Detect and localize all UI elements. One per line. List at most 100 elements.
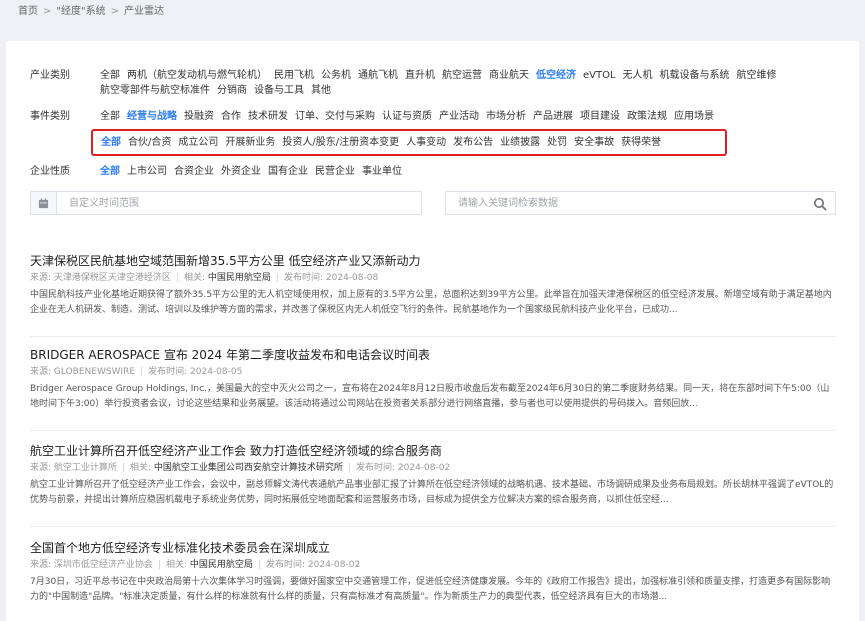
event-filter-option[interactable]: 政策法规 bbox=[627, 109, 667, 124]
industry-filter-option[interactable]: 航空零部件与航空标准件 bbox=[100, 83, 210, 98]
industry-filter-option[interactable]: 商业航天 bbox=[489, 68, 529, 83]
event-subcategory-filter-option[interactable]: 开展新业务 bbox=[225, 136, 275, 150]
main-panel: 产业类别 全部 两机（航空发动机与燃气轮机） 民用飞机 公务机 通航飞机 直升机 航空运营商… bbox=[6, 41, 859, 621]
event-filter-option[interactable]: 应用场景 bbox=[674, 109, 714, 124]
industry-filter-option[interactable]: 其他 bbox=[311, 83, 331, 98]
article-title[interactable]: BRIDGER AEROSPACE 宣布 2024 年第二季度收益发布和电话会议… bbox=[30, 347, 836, 363]
filter-label-enterprise: 企业性质 bbox=[30, 166, 70, 177]
industry-filter-option[interactable]: 航空维修 bbox=[737, 68, 777, 83]
event-subcategory-filter-option[interactable]: 业绩披露 bbox=[500, 136, 540, 150]
industry-filter-option[interactable]: 两机（航空发动机与燃气轮机） bbox=[127, 68, 267, 83]
industry-filter-option[interactable]: 全部 bbox=[100, 68, 120, 83]
event-filter-option[interactable]: 订单、交付与采购 bbox=[295, 109, 375, 124]
time-label: 发布时间: bbox=[148, 367, 188, 377]
related-entity[interactable]: 中国航空工业集团公司西安航空计算技术研究所 bbox=[154, 463, 343, 473]
search-icon[interactable] bbox=[813, 197, 827, 211]
meta-separator: | bbox=[121, 463, 125, 473]
article-summary: Bridger Aerospace Group Holdings, Inc.，美… bbox=[30, 384, 830, 409]
event-subcategory-filter-option[interactable]: 安全事故 bbox=[574, 136, 614, 150]
related-entity[interactable]: 中国民用航空局 bbox=[190, 560, 253, 570]
article-meta: 来源: 天津港保税区天津空港经济区 | 相关: 中国民用航空局 | 发布时间: 2024… bbox=[30, 272, 836, 285]
event-filter-option[interactable]: 项目建设 bbox=[580, 109, 620, 124]
filter-options-industry: 全部 两机（航空发动机与燃气轮机） 民用飞机 公务机 通航飞机 直升机 航空运营 商业航天 低空… bbox=[100, 68, 835, 98]
event-filter-option[interactable]: 市场分析 bbox=[486, 109, 526, 124]
publish-time: 2024-08-02 bbox=[307, 560, 361, 570]
breadcrumb-separator: > bbox=[43, 6, 52, 17]
enterprise-filter-option[interactable]: 民营企业 bbox=[315, 164, 355, 179]
industry-filter-option[interactable]: 通航飞机 bbox=[358, 68, 398, 83]
industry-filter-option[interactable]: eVTOL bbox=[583, 68, 616, 83]
breadcrumb-home[interactable]: 首页 bbox=[18, 2, 38, 17]
related-label: 相关: bbox=[165, 560, 188, 570]
filter-options-event: 全部 经营与战略 投融资 合作 技术研发 订单、交付与采购 认证与资质 产业活动 市场分析 产品进… bbox=[100, 109, 835, 124]
source-value: GLOBENEWSWIRE bbox=[53, 367, 136, 377]
industry-filter-option[interactable]: 分销商 bbox=[217, 83, 247, 98]
source-label: 来源: bbox=[30, 463, 52, 473]
related-entity[interactable]: 中国民用航空局 bbox=[208, 273, 271, 283]
article-item[interactable]: BRIDGER AEROSPACE 宣布 2024 年第二季度收益发布和电话会议… bbox=[30, 347, 836, 412]
industry-filter-option[interactable]: 公务机 bbox=[321, 68, 351, 83]
publish-time: 2024-08-02 bbox=[397, 463, 451, 473]
publish-time: 2024-08-05 bbox=[190, 367, 243, 377]
related-label: 相关: bbox=[183, 273, 206, 283]
event-filter-option[interactable]: 合作 bbox=[221, 109, 241, 124]
event-subcategory-filter-option[interactable]: 成立公司 bbox=[178, 136, 218, 150]
article-divider bbox=[30, 336, 836, 337]
event-filter-option[interactable]: 技术研发 bbox=[248, 109, 288, 124]
article-item[interactable]: 航空工业计算所召开低空经济产业工作会 致力打造低空经济领域的综合服务商来源: 航… bbox=[30, 443, 836, 508]
article-title[interactable]: 天津保税区民航基地空域范围新增35.5平方公里 低空经济产业又添新动力 bbox=[30, 253, 836, 269]
event-subcategory-filter-option[interactable]: 投资人/股东/注册资本变更 bbox=[282, 136, 399, 150]
enterprise-filter-option[interactable]: 国有企业 bbox=[268, 164, 308, 179]
time-label: 发布时间: bbox=[355, 463, 396, 473]
event-subcategory-filter-option[interactable]: 人事变动 bbox=[406, 136, 446, 150]
search-input[interactable] bbox=[458, 192, 798, 214]
industry-filter-option[interactable]: 低空经济 bbox=[536, 68, 576, 83]
enterprise-filter-option[interactable]: 事业单位 bbox=[362, 164, 402, 179]
article-item[interactable]: 天津保税区民航基地空域范围新增35.5平方公里 低空经济产业又添新动力 来源: 天… bbox=[30, 253, 836, 318]
meta-separator: | bbox=[140, 367, 144, 377]
event-filter-option[interactable]: 全部 bbox=[100, 109, 120, 124]
industry-filter-option[interactable]: 机载设备与系统 bbox=[660, 68, 730, 83]
enterprise-filter-option[interactable]: 全部 bbox=[100, 164, 120, 179]
event-filter-option[interactable]: 产业活动 bbox=[439, 109, 479, 124]
article-item[interactable]: 全国首个地方低空经济专业标准化技术委员会在深圳成立 来源: 深圳市低空经济产业协会… bbox=[30, 540, 836, 605]
source-label: 来源: bbox=[30, 560, 52, 570]
breadcrumb: 首页 > "经度"系统 > 产业雷达 bbox=[18, 2, 164, 17]
event-subcategory-filter-option[interactable]: 处罚 bbox=[547, 136, 567, 150]
filter-options-event-subcategory: 全部 合伙/合资 成立公司 开展新业务 投资人/股东/注册资本变更 人事变动 发布公告 业绩披… bbox=[101, 136, 668, 150]
source-value: 航空工业计算所 bbox=[53, 463, 117, 473]
article-divider bbox=[30, 430, 836, 431]
industry-filter-option[interactable]: 直升机 bbox=[405, 68, 435, 83]
article-divider bbox=[30, 526, 836, 527]
event-filter-option[interactable]: 投融资 bbox=[184, 109, 214, 124]
date-range-field[interactable] bbox=[30, 191, 422, 215]
meta-separator: | bbox=[275, 273, 279, 283]
event-subcategory-filter-option[interactable]: 发布公告 bbox=[453, 136, 493, 150]
article-title[interactable]: 航空工业计算所召开低空经济产业工作会 致力打造低空经济领域的综合服务商 bbox=[30, 443, 836, 459]
enterprise-filter-option[interactable]: 外资企业 bbox=[221, 164, 261, 179]
industry-filter-option[interactable]: 民用飞机 bbox=[274, 68, 314, 83]
event-filter-option[interactable]: 认证与资质 bbox=[382, 109, 432, 124]
date-range-input[interactable] bbox=[69, 192, 409, 214]
event-subcategory-filter-option[interactable]: 全部 bbox=[101, 136, 121, 150]
article-meta: 来源: GLOBENEWSWIRE | 发布时间: 2024-08-05 bbox=[30, 366, 836, 379]
filter-label-industry: 产业类别 bbox=[30, 70, 70, 81]
event-subcategory-filter-option[interactable]: 获得荣誉 bbox=[621, 136, 661, 150]
source-value: 天津港保税区天津空港经济区 bbox=[53, 273, 171, 283]
event-filter-option[interactable]: 经营与战略 bbox=[127, 109, 177, 124]
search-field[interactable] bbox=[445, 191, 836, 215]
industry-filter-option[interactable]: 无人机 bbox=[623, 68, 653, 83]
time-label: 发布时间: bbox=[283, 273, 324, 283]
related-label: 相关: bbox=[129, 463, 152, 473]
meta-separator: | bbox=[347, 463, 351, 473]
event-subcategory-filter-option[interactable]: 合伙/合资 bbox=[128, 136, 171, 150]
breadcrumb-system[interactable]: "经度"系统 bbox=[56, 2, 105, 17]
article-summary: 中国民航科技产业化基地近期获得了额外35.5平方公里的无人机空域使用权，加上原有… bbox=[30, 290, 832, 315]
event-filter-option[interactable]: 产品进展 bbox=[533, 109, 573, 124]
calendar-icon[interactable] bbox=[31, 192, 57, 214]
industry-filter-option[interactable]: 设备与工具 bbox=[254, 83, 304, 98]
enterprise-filter-option[interactable]: 合资企业 bbox=[174, 164, 214, 179]
industry-filter-option[interactable]: 航空运营 bbox=[442, 68, 482, 83]
enterprise-filter-option[interactable]: 上市公司 bbox=[127, 164, 167, 179]
article-title[interactable]: 全国首个地方低空经济专业标准化技术委员会在深圳成立 bbox=[30, 540, 836, 556]
